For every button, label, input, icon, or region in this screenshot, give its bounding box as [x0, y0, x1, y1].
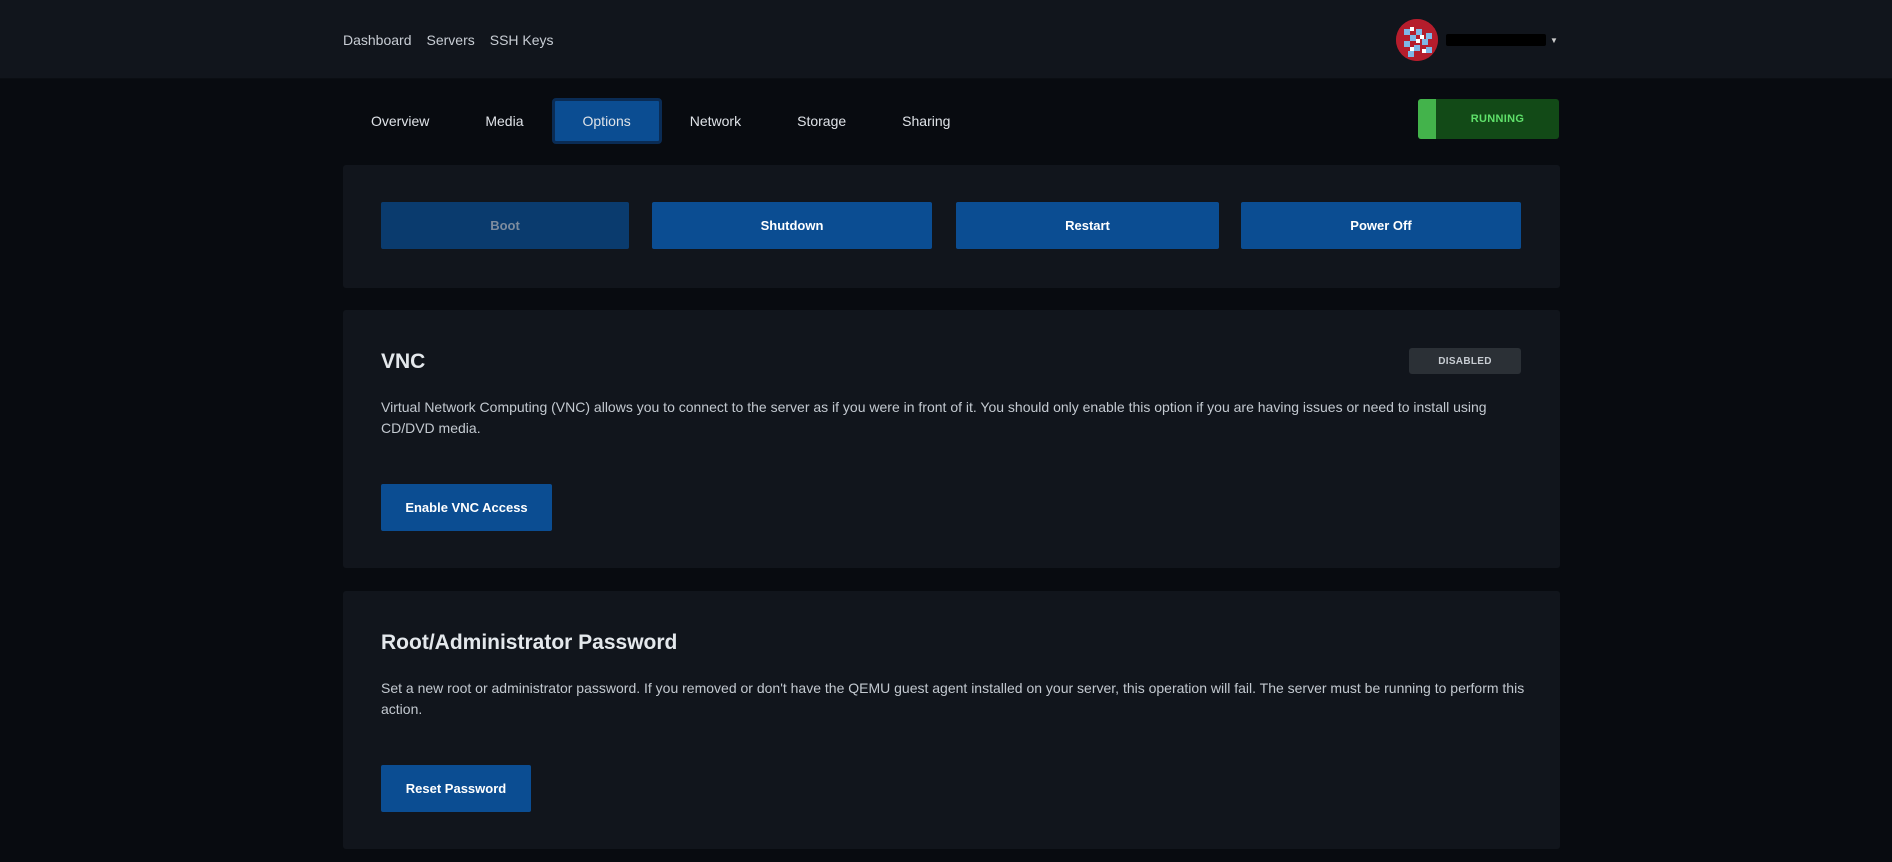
main-nav: Dashboard Servers SSH Keys: [343, 32, 554, 48]
status-label: RUNNING: [1470, 113, 1525, 125]
nav-dashboard-link[interactable]: Dashboard: [343, 32, 412, 48]
tab-options[interactable]: Options: [551, 98, 662, 144]
tab-network[interactable]: Network: [662, 98, 769, 144]
boot-button[interactable]: Boot: [381, 202, 629, 249]
tab-sharing[interactable]: Sharing: [874, 98, 978, 144]
status-badge: RUNNING: [1418, 99, 1559, 139]
nav-servers-link[interactable]: Servers: [427, 32, 475, 48]
tab-overview[interactable]: Overview: [343, 98, 457, 144]
tab-storage[interactable]: Storage: [769, 98, 874, 144]
shutdown-button[interactable]: Shutdown: [652, 202, 932, 249]
password-description: Set a new root or administrator password…: [381, 680, 1525, 717]
reset-password-button[interactable]: Reset Password: [381, 765, 531, 812]
power-controls-card: Boot Shutdown Restart Power Off: [343, 165, 1560, 288]
top-bar: Dashboard Servers SSH Keys ▼: [0, 0, 1892, 79]
server-tabs: Overview Media Options Network Storage S…: [343, 96, 978, 146]
status-indicator: [1418, 99, 1436, 139]
avatar[interactable]: [1396, 19, 1438, 61]
user-menu[interactable]: ▼: [1396, 19, 1558, 61]
password-title: Root/Administrator Password: [381, 631, 678, 654]
vnc-card: VNC DISABLED Virtual Network Computing (…: [343, 310, 1560, 568]
tab-media[interactable]: Media: [457, 98, 551, 144]
vnc-title: VNC: [381, 350, 426, 373]
username-redacted: [1446, 34, 1546, 46]
vnc-status-badge: DISABLED: [1409, 348, 1521, 374]
enable-vnc-button[interactable]: Enable VNC Access: [381, 484, 552, 531]
password-card: Root/Administrator Password Set a new ro…: [343, 591, 1560, 849]
pixel-avatar-icon: [1396, 19, 1438, 61]
power-off-button[interactable]: Power Off: [1241, 202, 1521, 249]
restart-button[interactable]: Restart: [956, 202, 1219, 249]
vnc-description: Virtual Network Computing (VNC) allows y…: [381, 399, 1487, 436]
nav-ssh-keys-link[interactable]: SSH Keys: [490, 32, 554, 48]
chevron-down-icon[interactable]: ▼: [1550, 36, 1558, 45]
